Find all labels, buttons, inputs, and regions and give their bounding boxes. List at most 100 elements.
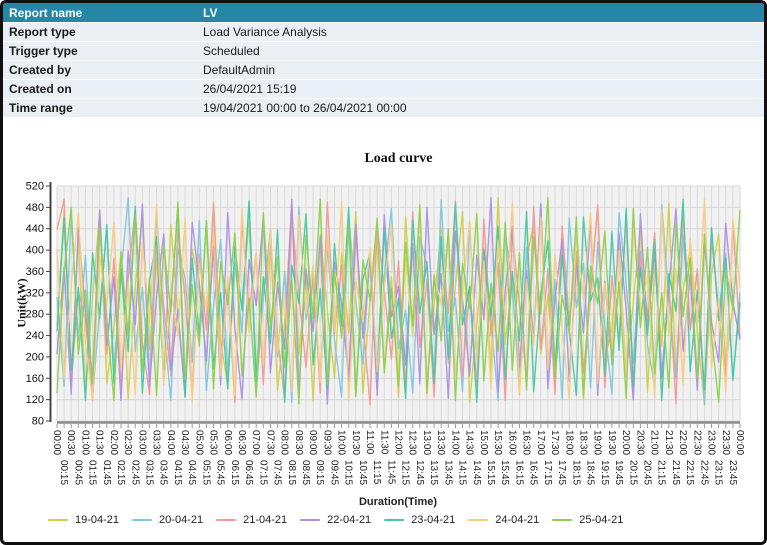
x-tick-label: 20:15 — [627, 460, 638, 485]
x-tick-label: 13:30 — [435, 430, 446, 455]
legend-line-swatch — [300, 519, 320, 521]
x-tick-label: 04:00 — [165, 430, 176, 455]
x-tick-label: 05:00 — [193, 430, 204, 455]
x-tick-label: 23:45 — [727, 460, 738, 485]
x-tick-label: 09:45 — [328, 460, 339, 485]
x-tick-label: 17:15 — [542, 460, 553, 485]
x-tick-label: 18:30 — [577, 430, 588, 455]
x-tick-label: 21:45 — [670, 460, 681, 485]
x-tick-label: 23:30 — [720, 430, 731, 455]
x-tick-label: 05:15 — [200, 460, 211, 485]
report-info-table: Report nameLV Report typeLoad Variance An… — [3, 3, 764, 118]
report-info-value: Scheduled — [203, 44, 764, 58]
legend-item: 19-04-21 — [48, 514, 119, 526]
y-tick-label: 200 — [26, 351, 44, 363]
x-tick-label: 11:00 — [364, 430, 375, 455]
x-tick-label: 11:30 — [378, 430, 389, 455]
x-tick-label: 14:15 — [457, 460, 468, 485]
x-tick-label: 22:30 — [691, 430, 702, 455]
x-tick-label: 17:45 — [556, 460, 567, 485]
report-info-value: DefaultAdmin — [203, 63, 764, 77]
x-tick-label: 11:15 — [371, 460, 382, 485]
report-info-label: Trigger type — [3, 44, 203, 58]
x-tick-label: 14:45 — [471, 460, 482, 485]
x-tick-label: 16:15 — [513, 460, 524, 485]
x-axis-title: Duration(Time) — [359, 496, 437, 508]
legend-line-swatch — [216, 519, 236, 521]
x-tick-label: 10:30 — [350, 430, 361, 455]
legend-item: 23-04-21 — [384, 514, 455, 526]
x-tick-label: 09:15 — [314, 460, 325, 485]
x-tick-label: 03:45 — [158, 460, 169, 485]
x-tick-label: 18:45 — [585, 460, 596, 485]
x-tick-label: 00:00 — [51, 430, 62, 455]
x-tick-label: 00:00 — [734, 430, 745, 455]
x-tick-label: 21:15 — [656, 460, 667, 485]
chart-legend: 19-04-21 20-04-21 21-04-21 22-04-21 23-04-21… — [48, 514, 623, 526]
x-tick-label: 13:45 — [442, 460, 453, 485]
x-tick-label: 04:45 — [186, 460, 197, 485]
x-tick-label: 21:00 — [649, 430, 660, 455]
x-tick-label: 01:00 — [79, 430, 90, 455]
report-info-value: Load Variance Analysis — [203, 25, 764, 39]
x-tick-label: 05:30 — [208, 430, 219, 455]
x-tick-label: 14:30 — [464, 430, 475, 455]
x-tick-label: 21:30 — [663, 430, 674, 455]
x-tick-label: 05:45 — [215, 460, 226, 485]
legend-line-swatch — [468, 519, 488, 521]
legend-item: 25-04-21 — [552, 514, 623, 526]
x-tick-label: 13:00 — [421, 430, 432, 455]
x-tick-label: 20:00 — [620, 430, 631, 455]
report-info-label: Created by — [3, 63, 203, 77]
report-info-label: Report name — [3, 6, 203, 20]
x-tick-label: 16:30 — [521, 430, 532, 455]
x-tick-label: 12:30 — [407, 430, 418, 455]
legend-item: 21-04-21 — [216, 514, 287, 526]
legend-item: 22-04-21 — [300, 514, 371, 526]
report-info-row: Trigger typeScheduled — [3, 42, 764, 61]
legend-label: 21-04-21 — [243, 514, 287, 526]
x-tick-label: 15:00 — [478, 430, 489, 455]
x-tick-label: 07:45 — [272, 460, 283, 485]
x-tick-label: 08:15 — [286, 460, 297, 485]
legend-line-swatch — [384, 519, 404, 521]
x-tick-label: 19:00 — [592, 430, 603, 455]
x-tick-label: 07:00 — [250, 430, 261, 455]
x-tick-label: 00:15 — [58, 460, 69, 485]
legend-label: 22-04-21 — [327, 514, 371, 526]
x-tick-label: 16:00 — [506, 430, 517, 455]
legend-label: 20-04-21 — [159, 514, 203, 526]
report-info-row: Created byDefaultAdmin — [3, 61, 764, 80]
x-tick-label: 20:45 — [642, 460, 653, 485]
report-info-value: 19/04/2021 00:00 to 26/04/2021 00:00 — [203, 101, 764, 115]
x-tick-label: 16:45 — [528, 460, 539, 485]
x-tick-label: 02:15 — [115, 460, 126, 485]
x-tick-label: 08:45 — [300, 460, 311, 485]
y-tick-label: 360 — [26, 266, 44, 278]
x-tick-label: 13:15 — [428, 460, 439, 485]
legend-label: 24-04-21 — [495, 514, 539, 526]
report-info-row: Report nameLV — [3, 3, 764, 23]
x-tick-label: 00:45 — [72, 460, 83, 485]
x-tick-label: 12:00 — [393, 430, 404, 455]
x-tick-label: 06:45 — [243, 460, 254, 485]
x-tick-label: 06:15 — [229, 460, 240, 485]
y-tick-label: 440 — [26, 223, 44, 235]
x-tick-label: 23:00 — [706, 430, 717, 455]
x-tick-label: 07:15 — [257, 460, 268, 485]
x-tick-label: 09:30 — [321, 430, 332, 455]
x-tick-label: 17:30 — [549, 430, 560, 455]
report-info-value: 26/04/2021 15:19 — [203, 82, 764, 96]
x-tick-label: 09:00 — [307, 430, 318, 455]
legend-label: 19-04-21 — [75, 514, 119, 526]
x-tick-label: 10:15 — [343, 460, 354, 485]
x-tick-label: 18:00 — [563, 430, 574, 455]
x-tick-label: 11:45 — [385, 460, 396, 485]
x-tick-label: 07:30 — [264, 430, 275, 455]
report-info-row: Created on26/04/2021 15:19 — [3, 80, 764, 99]
legend-label: 23-04-21 — [411, 514, 455, 526]
x-tick-label: 10:45 — [357, 460, 368, 485]
x-tick-label: 12:15 — [400, 460, 411, 485]
legend-line-swatch — [132, 519, 152, 521]
report-info-label: Report type — [3, 25, 203, 39]
